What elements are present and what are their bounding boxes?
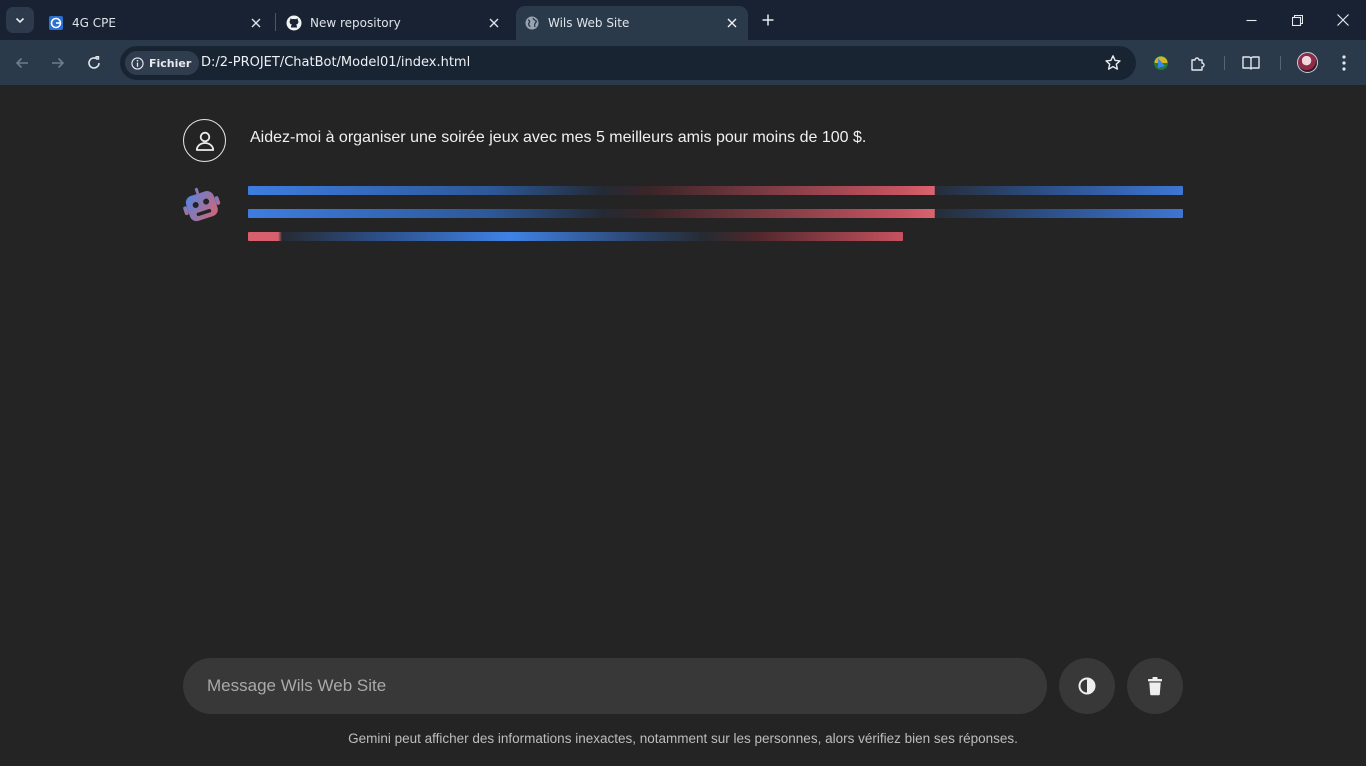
extension-colored-icon[interactable] (1151, 53, 1171, 73)
user-avatar (183, 119, 226, 162)
url-text[interactable]: D:/2-PROJET/ChatBot/Model01/index.html (201, 46, 470, 80)
close-icon[interactable] (722, 13, 742, 33)
back-button[interactable] (8, 49, 36, 77)
user-message-text: Aidez-moi à organiser une soirée jeux av… (250, 129, 867, 146)
user-icon (195, 131, 214, 151)
minimize-icon (1246, 19, 1256, 21)
browser-tab-strip: 4G CPE New repository Wils Web Site (0, 0, 1366, 40)
tab-wils-web-site[interactable]: Wils Web Site (516, 6, 748, 40)
reload-icon (88, 56, 100, 69)
loading-bar (248, 209, 1183, 218)
message-input[interactable] (183, 658, 1047, 714)
more-menu-icon[interactable] (1334, 53, 1354, 73)
toolbar-separator (1280, 56, 1281, 70)
new-tab-button[interactable] (757, 9, 779, 31)
reload-button[interactable] (80, 49, 108, 77)
tab-separator (275, 13, 276, 31)
extensions-puzzle-icon[interactable] (1188, 53, 1208, 73)
globe-blue-icon (48, 15, 64, 31)
trash-icon (1148, 677, 1162, 696)
tab-title: Wils Web Site (548, 16, 630, 30)
info-icon (131, 56, 144, 70)
loading-bar (248, 186, 1183, 195)
profile-avatar[interactable] (1297, 52, 1318, 73)
tab-4g-cpe[interactable]: 4G CPE (40, 6, 272, 40)
restore-button[interactable] (1274, 0, 1320, 40)
bookmark-star-icon[interactable] (1104, 54, 1122, 72)
arrow-right-icon (52, 57, 65, 69)
tab-title: New repository (310, 16, 401, 30)
chat-page: Aidez-moi à organiser une soirée jeux av… (0, 87, 1366, 766)
bot-avatar (181, 186, 223, 224)
tab-search-button[interactable] (6, 7, 34, 33)
reading-list-icon[interactable] (1241, 53, 1261, 73)
globe-icon (524, 15, 540, 31)
close-icon[interactable] (246, 13, 266, 33)
contrast-icon (1078, 677, 1096, 695)
github-icon (286, 15, 302, 31)
chevron-down-icon (15, 17, 25, 24)
plus-icon (762, 14, 774, 26)
browser-toolbar: Fichier D:/2-PROJET/ChatBot/Model01/inde… (0, 40, 1366, 86)
message-composer (183, 658, 1047, 714)
arrow-left-icon (15, 57, 28, 69)
delete-chat-button[interactable] (1127, 658, 1183, 714)
close-window-button[interactable] (1320, 0, 1366, 40)
close-icon[interactable] (484, 13, 504, 33)
loading-bar (248, 232, 903, 241)
site-info-chip[interactable]: Fichier (125, 51, 200, 75)
address-bar[interactable]: Fichier D:/2-PROJET/ChatBot/Model01/inde… (120, 46, 1136, 80)
disclaimer-text: Gemini peut afficher des informations in… (348, 731, 1018, 746)
close-icon (1337, 14, 1349, 26)
robot-icon (183, 187, 221, 222)
toolbar-separator (1224, 56, 1225, 70)
site-info-label: Fichier (149, 56, 192, 70)
tab-title: 4G CPE (72, 16, 116, 30)
forward-button[interactable] (44, 49, 72, 77)
restore-icon (1291, 14, 1303, 26)
theme-toggle-button[interactable] (1059, 658, 1115, 714)
minimize-button[interactable] (1228, 0, 1274, 40)
tab-new-repository[interactable]: New repository (278, 6, 510, 40)
